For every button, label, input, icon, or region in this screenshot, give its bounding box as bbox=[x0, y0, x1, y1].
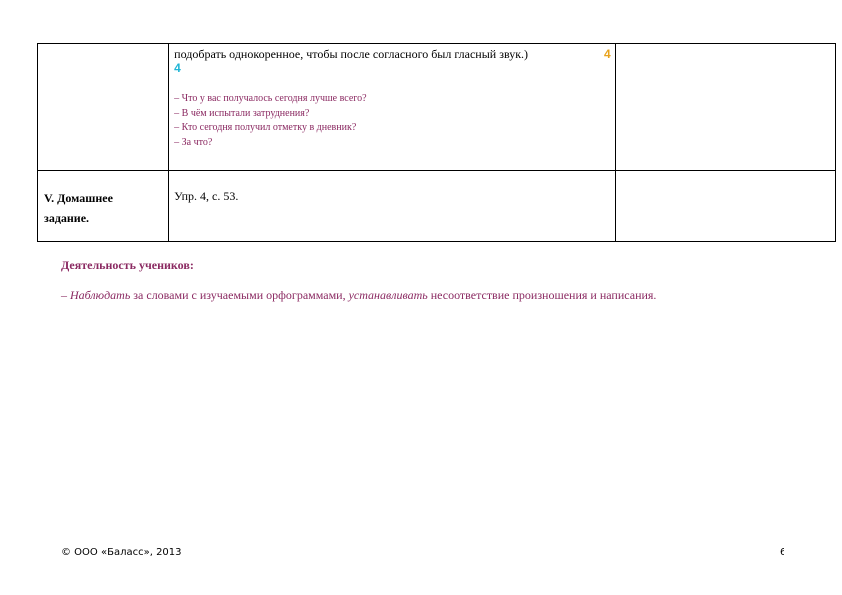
stage-cell-empty bbox=[36, 43, 170, 171]
table-row: подобрать однокоренное, чтобы после согл… bbox=[36, 43, 837, 171]
footer-copyright: © ООО «Баласс», 2013 bbox=[61, 547, 182, 558]
notes-cell-empty bbox=[614, 43, 837, 171]
stage-title-line1: V. Домашнее bbox=[44, 191, 113, 205]
badge-cyan: 4 bbox=[174, 61, 181, 75]
activity-text-part2: несоответствие произношения и написания. bbox=[427, 288, 657, 302]
activity-verb-observe: Наблюдать bbox=[70, 288, 131, 302]
document-page: подобрать однокоренное, чтобы после согл… bbox=[0, 0, 842, 595]
badge-orange: 4 bbox=[604, 47, 611, 61]
activity-dash: – bbox=[61, 288, 70, 302]
question-item: – Кто сегодня получил отметку в дневник? bbox=[174, 122, 357, 133]
activity-heading: Деятельность учеников: bbox=[61, 258, 194, 272]
stage-cell: V. Домашнее задание. bbox=[36, 170, 170, 242]
table-row: V. Домашнее задание. Упр. 4, с. 53. bbox=[36, 170, 837, 242]
content-cell: подобрать однокоренное, чтобы после согл… bbox=[168, 43, 616, 171]
question-item: – За что? bbox=[174, 136, 213, 148]
activity-paragraph: – Наблюдать за словами с изучаемыми орфо… bbox=[61, 288, 656, 302]
reflection-questions: – Что у вас получалось сегодня лучше все… bbox=[174, 92, 611, 150]
notes-cell-empty bbox=[614, 170, 837, 242]
activity-verb-establish: устанавливать bbox=[348, 288, 428, 302]
lesson-table: подобрать однокоренное, чтобы после согл… bbox=[36, 43, 837, 242]
activity-text-part1: за словами с изучаемыми орфограммами, bbox=[130, 288, 349, 302]
instruction-text: подобрать однокоренное, чтобы после согл… bbox=[174, 47, 529, 61]
stage-title-line2: задание. bbox=[44, 211, 90, 225]
question-item: – В чём испытали затруднения? bbox=[174, 107, 310, 119]
homework-text: Упр. 4, с. 53. bbox=[174, 189, 239, 203]
footer-page-number: 6 bbox=[780, 547, 784, 558]
instruction-line: подобрать однокоренное, чтобы после согл… bbox=[174, 47, 611, 61]
question-item: – Что у вас получалось сегодня лучше все… bbox=[174, 93, 367, 104]
homework-cell: Упр. 4, с. 53. bbox=[168, 170, 616, 242]
